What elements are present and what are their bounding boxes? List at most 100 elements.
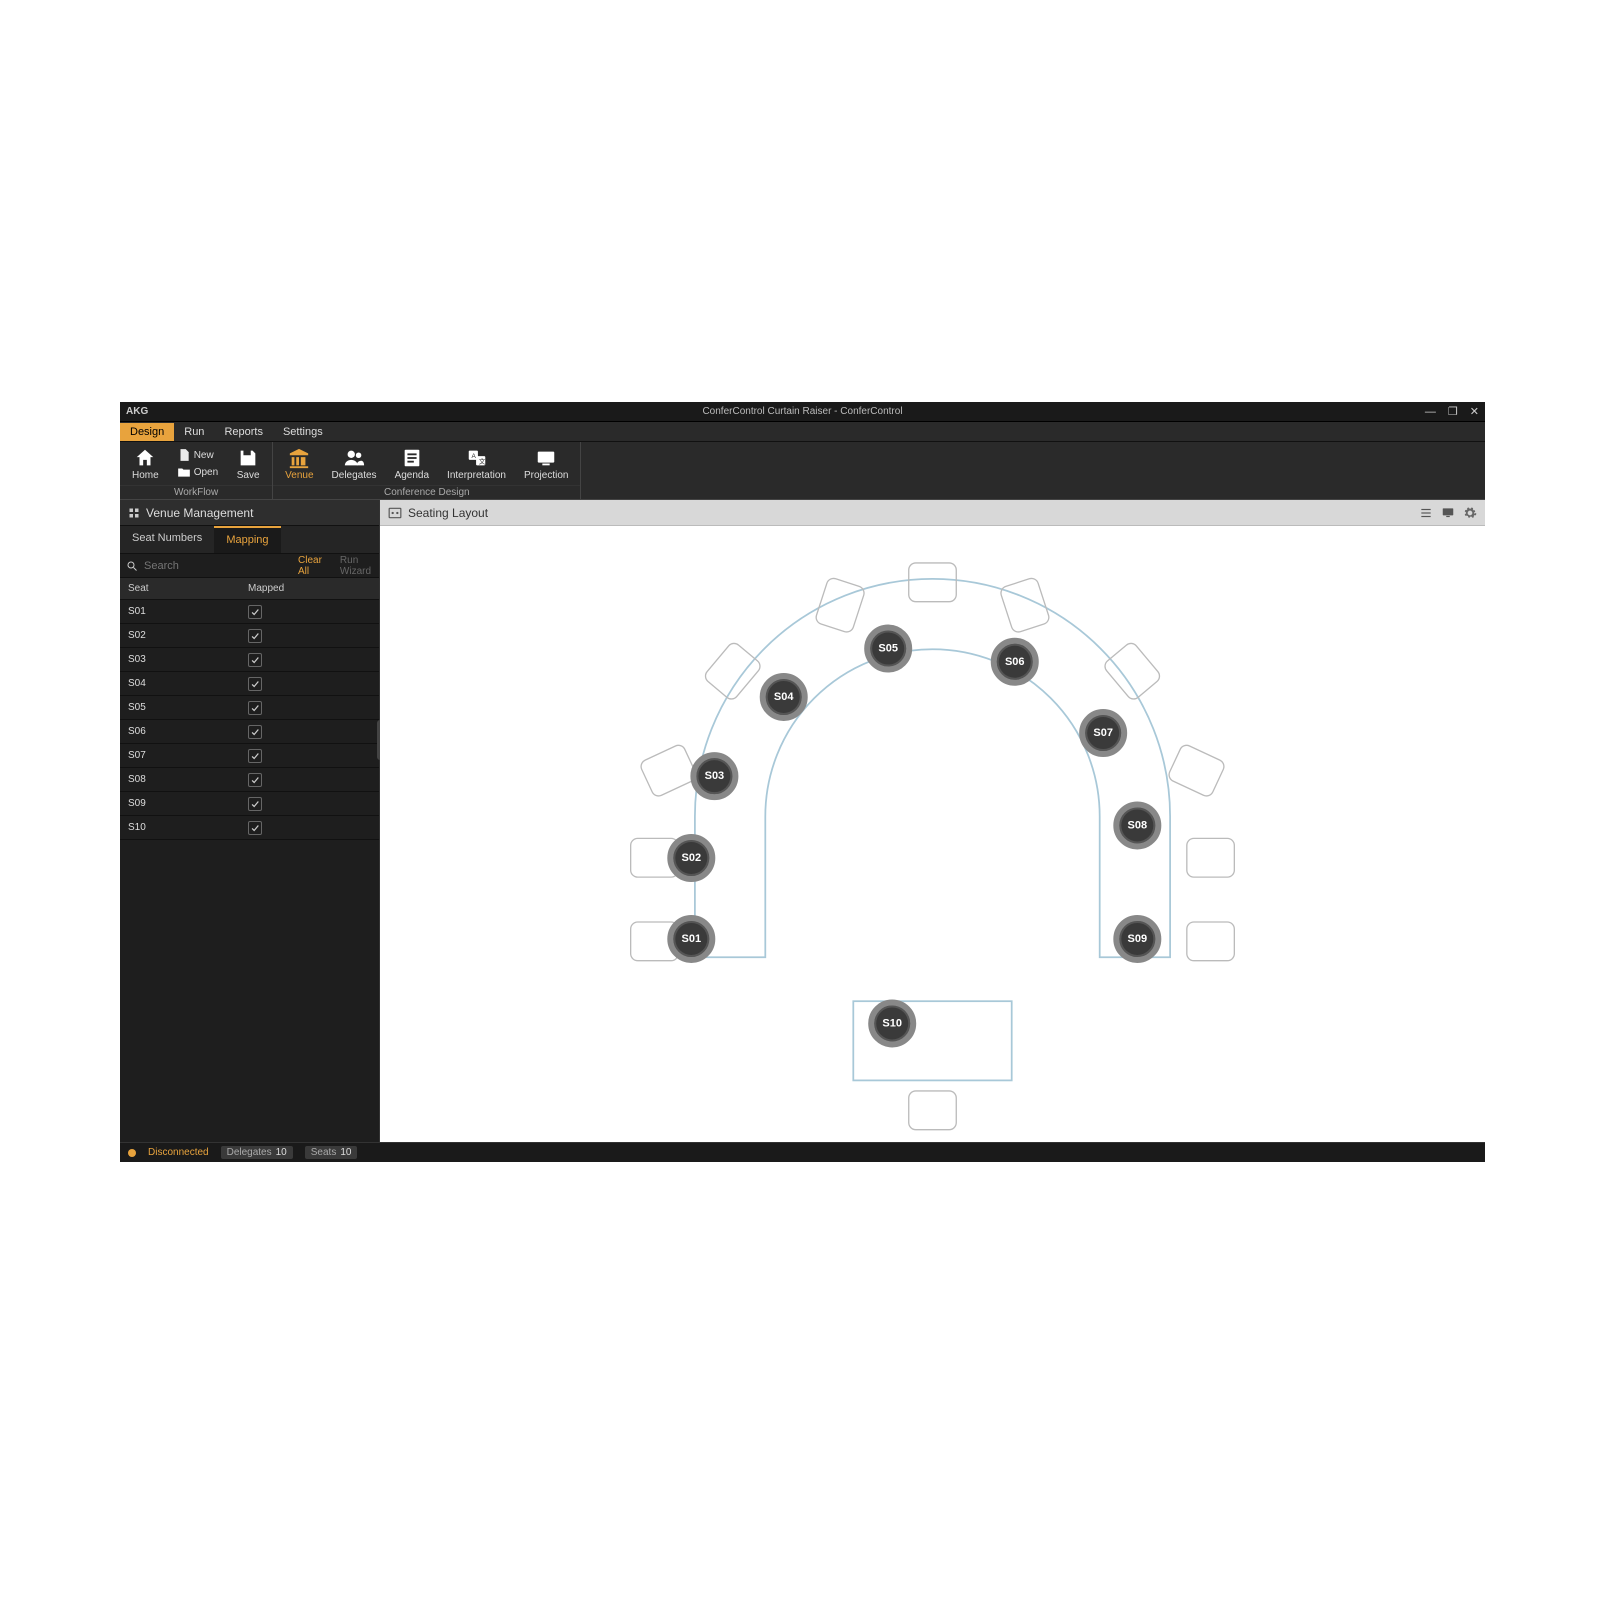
table-row[interactable]: S03 bbox=[120, 648, 379, 672]
gear-icon[interactable] bbox=[1463, 506, 1477, 520]
projection-icon bbox=[535, 447, 557, 469]
seat-cell: S08 bbox=[128, 774, 248, 785]
mapped-checkbox[interactable] bbox=[248, 605, 262, 619]
seat-cell: S02 bbox=[128, 630, 248, 641]
mapped-checkbox[interactable] bbox=[248, 701, 262, 715]
menu-design[interactable]: Design bbox=[120, 423, 174, 441]
table-row[interactable]: S07 bbox=[120, 744, 379, 768]
workflow-caption: WorkFlow bbox=[120, 485, 272, 499]
run-wizard-button[interactable]: Run Wizard bbox=[334, 555, 377, 577]
seat-s05[interactable]: S05 bbox=[864, 625, 912, 673]
mapped-checkbox[interactable] bbox=[248, 677, 262, 691]
chairs-svg bbox=[380, 526, 1485, 1142]
table-row[interactable]: S04 bbox=[120, 672, 379, 696]
conference-caption: Conference Design bbox=[273, 485, 580, 499]
sidebar: Venue Management Seat Numbers Mapping Cl… bbox=[120, 500, 380, 1142]
main-panel: Seating Layout bbox=[380, 500, 1485, 1142]
delegates-icon bbox=[343, 447, 365, 469]
mapped-checkbox[interactable] bbox=[248, 629, 262, 643]
mapped-checkbox[interactable] bbox=[248, 797, 262, 811]
menubar: Design Run Reports Settings bbox=[120, 422, 1485, 442]
sidebar-tabs: Seat Numbers Mapping bbox=[120, 526, 379, 554]
table-row[interactable]: S06 bbox=[120, 720, 379, 744]
search-icon bbox=[126, 560, 138, 572]
content-area: Venue Management Seat Numbers Mapping Cl… bbox=[120, 500, 1485, 1142]
search-row: Clear All Run Wizard bbox=[120, 554, 379, 578]
clear-all-button[interactable]: Clear All bbox=[292, 555, 328, 577]
home-icon bbox=[134, 447, 156, 469]
svg-text:A: A bbox=[471, 453, 476, 460]
menu-settings[interactable]: Settings bbox=[273, 423, 333, 441]
interpretation-button[interactable]: A文 Interpretation bbox=[439, 445, 514, 483]
list-view-icon[interactable] bbox=[1419, 506, 1433, 520]
brand-label: AKG bbox=[126, 406, 148, 417]
titlebar: AKG ConferControl Curtain Raiser - Confe… bbox=[120, 402, 1485, 422]
seat-s07[interactable]: S07 bbox=[1079, 709, 1127, 757]
folder-open-icon bbox=[177, 465, 191, 479]
mapped-checkbox[interactable] bbox=[248, 773, 262, 787]
ribbon-group-conference: Venue Delegates Agenda A文 Interpretation… bbox=[273, 442, 581, 499]
table-body: S01 S02 S03 S04 S05 S06 S07 S08 S09 S10 bbox=[120, 600, 379, 840]
seat-cell: S04 bbox=[128, 678, 248, 689]
seat-s02[interactable]: S02 bbox=[667, 834, 715, 882]
table-header: Seat Mapped bbox=[120, 578, 379, 600]
mapped-checkbox[interactable] bbox=[248, 749, 262, 763]
search-input[interactable] bbox=[144, 560, 286, 572]
save-icon bbox=[237, 447, 259, 469]
seat-cell: S06 bbox=[128, 726, 248, 737]
menu-run[interactable]: Run bbox=[174, 423, 214, 441]
monitor-icon[interactable] bbox=[1441, 506, 1455, 520]
table-row[interactable]: S10 bbox=[120, 816, 379, 840]
agenda-button[interactable]: Agenda bbox=[387, 445, 437, 483]
mapped-checkbox[interactable] bbox=[248, 821, 262, 835]
seat-cell: S05 bbox=[128, 702, 248, 713]
maximize-button[interactable]: ❐ bbox=[1448, 405, 1458, 418]
connection-dot-icon bbox=[128, 1149, 136, 1157]
seat-s03[interactable]: S03 bbox=[690, 752, 738, 800]
seat-s04[interactable]: S04 bbox=[760, 673, 808, 721]
mapped-checkbox[interactable] bbox=[248, 725, 262, 739]
table-row[interactable]: S02 bbox=[120, 624, 379, 648]
layout-canvas[interactable]: S01 S02 S03 S04 S05 S06 S07 S08 S09 S10 bbox=[380, 526, 1485, 1142]
open-button[interactable]: Open bbox=[173, 464, 222, 480]
main-panel-title: Seating Layout bbox=[380, 500, 1485, 526]
seat-cell: S07 bbox=[128, 750, 248, 761]
close-button[interactable]: ✕ bbox=[1470, 405, 1479, 418]
agenda-icon bbox=[401, 447, 423, 469]
ribbon: Home New Open Save WorkFlow bbox=[120, 442, 1485, 500]
svg-text:文: 文 bbox=[478, 456, 485, 465]
seat-s08[interactable]: S08 bbox=[1113, 801, 1161, 849]
tab-mapping[interactable]: Mapping bbox=[214, 526, 280, 553]
venue-button[interactable]: Venue bbox=[277, 445, 321, 483]
delegates-count: Delegates 10 bbox=[221, 1146, 293, 1159]
delegates-button[interactable]: Delegates bbox=[324, 445, 385, 483]
table-row[interactable]: S09 bbox=[120, 792, 379, 816]
seat-cell: S09 bbox=[128, 798, 248, 809]
app-window: AKG ConferControl Curtain Raiser - Confe… bbox=[120, 402, 1485, 1162]
statusbar: Disconnected Delegates 10 Seats 10 bbox=[120, 1142, 1485, 1162]
window-title: ConferControl Curtain Raiser - ConferCon… bbox=[702, 406, 902, 417]
venue-icon bbox=[288, 447, 310, 469]
seat-s01[interactable]: S01 bbox=[667, 915, 715, 963]
layout-icon bbox=[388, 506, 402, 520]
table-row[interactable]: S08 bbox=[120, 768, 379, 792]
window-controls: — ❐ ✕ bbox=[1425, 405, 1479, 418]
seat-cell: S03 bbox=[128, 654, 248, 665]
table-row[interactable]: S01 bbox=[120, 600, 379, 624]
sidebar-panel-title: Venue Management bbox=[120, 500, 379, 526]
file-new-icon bbox=[177, 448, 191, 462]
new-button[interactable]: New bbox=[173, 447, 222, 463]
mapped-checkbox[interactable] bbox=[248, 653, 262, 667]
minimize-button[interactable]: — bbox=[1425, 406, 1436, 418]
home-button[interactable]: Home bbox=[124, 445, 167, 483]
tab-seat-numbers[interactable]: Seat Numbers bbox=[120, 526, 214, 553]
menu-reports[interactable]: Reports bbox=[214, 423, 273, 441]
seat-cell: S01 bbox=[128, 606, 248, 617]
seat-s09[interactable]: S09 bbox=[1113, 915, 1161, 963]
seat-s10[interactable]: S10 bbox=[868, 999, 916, 1047]
save-button[interactable]: Save bbox=[228, 445, 268, 483]
projection-button[interactable]: Projection bbox=[516, 445, 576, 483]
seat-s06[interactable]: S06 bbox=[991, 638, 1039, 686]
table-row[interactable]: S05 bbox=[120, 696, 379, 720]
header-seat: Seat bbox=[128, 583, 248, 594]
